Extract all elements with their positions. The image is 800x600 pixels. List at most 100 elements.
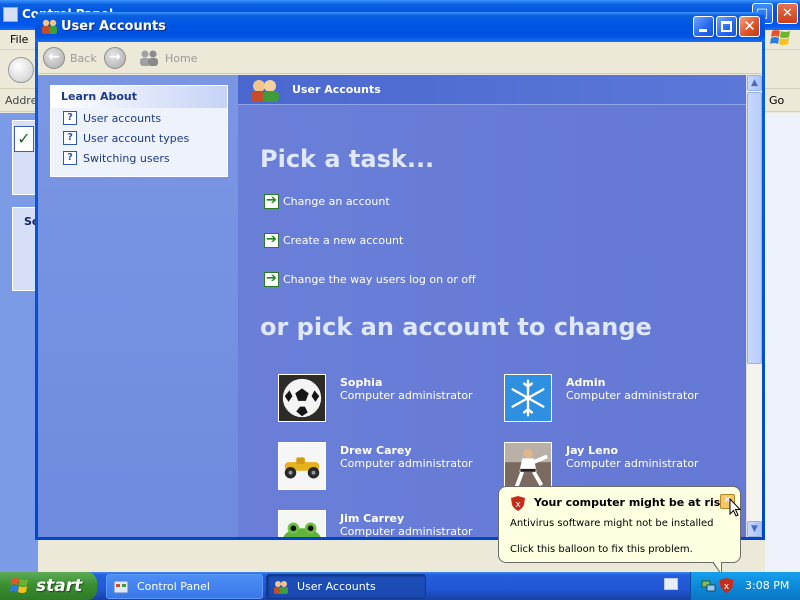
close-icon: ✕ bbox=[743, 17, 756, 35]
close-button[interactable]: ✕ bbox=[739, 16, 760, 37]
user-accounts-icon bbox=[251, 80, 279, 102]
back-arrow-icon: ← bbox=[43, 47, 65, 69]
taskbar-item-label: Control Panel bbox=[137, 580, 210, 593]
account-name: Drew Carey bbox=[340, 444, 412, 457]
learn-about-label: User account types bbox=[83, 131, 190, 145]
help-icon: ? bbox=[63, 111, 77, 125]
task-label: Change an account bbox=[283, 194, 390, 208]
back-button[interactable]: ← Back bbox=[43, 46, 97, 70]
pick-account-heading: or pick an account to change bbox=[260, 313, 652, 341]
scroll-up-button[interactable]: ▲ bbox=[747, 75, 762, 91]
forward-arrow-icon: → bbox=[104, 47, 126, 69]
taskbar-item-user-accounts[interactable]: User Accounts bbox=[266, 574, 426, 599]
learn-about-item-account-types[interactable]: ? User account types bbox=[51, 128, 227, 148]
maximize-icon bbox=[721, 21, 732, 32]
race-car-icon bbox=[278, 442, 326, 490]
forward-button[interactable]: → bbox=[104, 46, 131, 70]
minimize-button[interactable] bbox=[693, 16, 714, 37]
balloon-action-text: Click this balloon to fix this problem. bbox=[510, 544, 693, 555]
svg-text:x: x bbox=[724, 582, 730, 592]
learn-about-heading: Learn About bbox=[51, 86, 227, 108]
home-button[interactable]: Home bbox=[138, 46, 197, 70]
pick-task-heading: Pick a task... bbox=[260, 145, 435, 173]
keyboard-icon[interactable] bbox=[664, 578, 678, 590]
task-label: Change the way users log on or off bbox=[283, 272, 476, 286]
main-pane: User Accounts Pick a task... ➔ Change an… bbox=[238, 75, 746, 537]
account-name: Jim Carrey bbox=[340, 512, 405, 525]
minimize-icon bbox=[699, 29, 707, 32]
green-arrow-icon: ➔ bbox=[264, 232, 279, 248]
start-label: start bbox=[36, 576, 83, 596]
maximize-button[interactable] bbox=[716, 16, 737, 37]
learn-about-box: Learn About ? User accounts ? User accou… bbox=[50, 85, 228, 177]
balloon-message: Antivirus software might not be installe… bbox=[510, 518, 714, 529]
windows-logo-icon bbox=[10, 578, 28, 593]
account-tile-jay-leno[interactable]: Jay Leno Computer administrator bbox=[504, 442, 704, 492]
scroll-thumb[interactable] bbox=[747, 92, 762, 364]
learn-about-item-switching-users[interactable]: ? Switching users bbox=[51, 148, 227, 168]
control-panel-content bbox=[765, 113, 800, 572]
help-icon: ? bbox=[63, 151, 77, 165]
user-accounts-app-icon bbox=[42, 19, 57, 34]
account-role: Computer administrator bbox=[340, 525, 473, 537]
system-tray: x 3:08 PM bbox=[690, 572, 800, 600]
account-tile-admin[interactable]: Admin Computer administrator bbox=[504, 374, 704, 424]
user-accounts-window: User Accounts ✕ ← Back → Home Learn Abou… bbox=[35, 12, 765, 540]
menu-file[interactable]: File bbox=[10, 33, 28, 46]
learn-about-item-user-accounts[interactable]: ? User accounts bbox=[51, 108, 227, 128]
window-title: User Accounts bbox=[61, 19, 166, 34]
security-balloon[interactable]: x Your computer might be at risk ✕ Antiv… bbox=[498, 486, 741, 563]
taskbar-item-label: User Accounts bbox=[297, 580, 376, 593]
task-create-account[interactable]: ➔ Create a new account bbox=[264, 232, 403, 248]
window-frame: ← Back → Home Learn About ? User account… bbox=[38, 42, 762, 537]
task-pane: Learn About ? User accounts ? User accou… bbox=[38, 75, 238, 537]
account-role: Computer administrator bbox=[340, 457, 473, 470]
control-panel-close-button[interactable]: ✕ bbox=[777, 3, 798, 24]
navigation-bar: ← Back → Home bbox=[38, 42, 762, 74]
green-arrow-icon: ➔ bbox=[264, 271, 279, 287]
user-accounts-icon bbox=[274, 580, 288, 594]
windows-logo-icon bbox=[770, 30, 790, 45]
security-shield-icon: x bbox=[511, 496, 525, 511]
account-name: Sophia bbox=[340, 376, 383, 389]
balloon-title: Your computer might be at risk bbox=[534, 496, 728, 509]
task-label: Create a new account bbox=[283, 233, 404, 247]
account-role: Computer administrator bbox=[566, 457, 699, 470]
account-name: Jay Leno bbox=[566, 444, 619, 457]
go-button[interactable]: Go bbox=[749, 91, 800, 111]
start-button[interactable]: start bbox=[0, 572, 97, 600]
task-change-account[interactable]: ➔ Change an account bbox=[264, 193, 390, 209]
control-panel-app-icon bbox=[3, 7, 18, 22]
content-area: Learn About ? User accounts ? User accou… bbox=[38, 75, 762, 537]
vertical-scrollbar[interactable]: ▲ ▼ bbox=[746, 75, 762, 537]
help-icon: ? bbox=[63, 131, 77, 145]
snowflake-icon bbox=[504, 374, 552, 422]
pane-header-title: User Accounts bbox=[292, 83, 381, 96]
account-name: Admin bbox=[566, 376, 606, 389]
karate-icon bbox=[504, 442, 552, 490]
account-tile-sophia[interactable]: Sophia Computer administrator bbox=[278, 374, 478, 424]
scroll-down-button[interactable]: ▼ bbox=[747, 521, 762, 537]
control-panel-icon bbox=[113, 580, 129, 593]
account-role: Computer administrator bbox=[340, 389, 473, 402]
account-tile-drew-carey[interactable]: Drew Carey Computer administrator bbox=[278, 442, 478, 492]
control-panel-back-button[interactable] bbox=[8, 57, 34, 83]
taskbar-item-control-panel[interactable]: Control Panel bbox=[106, 574, 263, 599]
mouse-cursor-icon bbox=[729, 498, 741, 517]
user-accounts-titlebar[interactable]: User Accounts ✕ bbox=[35, 12, 765, 42]
soccer-ball-icon bbox=[278, 374, 326, 422]
security-shield-icon[interactable]: x bbox=[719, 578, 734, 593]
home-users-icon bbox=[140, 50, 158, 66]
green-arrow-icon: ➔ bbox=[264, 193, 279, 209]
svg-text:x: x bbox=[515, 500, 521, 510]
learn-about-label: User accounts bbox=[83, 111, 162, 125]
checklist-icon: ✓ bbox=[14, 126, 34, 152]
learn-about-label: Switching users bbox=[83, 151, 170, 165]
clock[interactable]: 3:08 PM bbox=[745, 579, 789, 592]
task-change-logon[interactable]: ➔ Change the way users log on or off bbox=[264, 271, 476, 287]
network-icon bbox=[701, 580, 716, 592]
pane-header: User Accounts bbox=[238, 75, 746, 105]
home-label: Home bbox=[165, 51, 198, 65]
account-tile-jim-carrey[interactable]: Jim Carrey Computer administrator bbox=[278, 510, 478, 537]
taskbar: start Control Panel User Accounts x 3:08… bbox=[0, 572, 800, 600]
